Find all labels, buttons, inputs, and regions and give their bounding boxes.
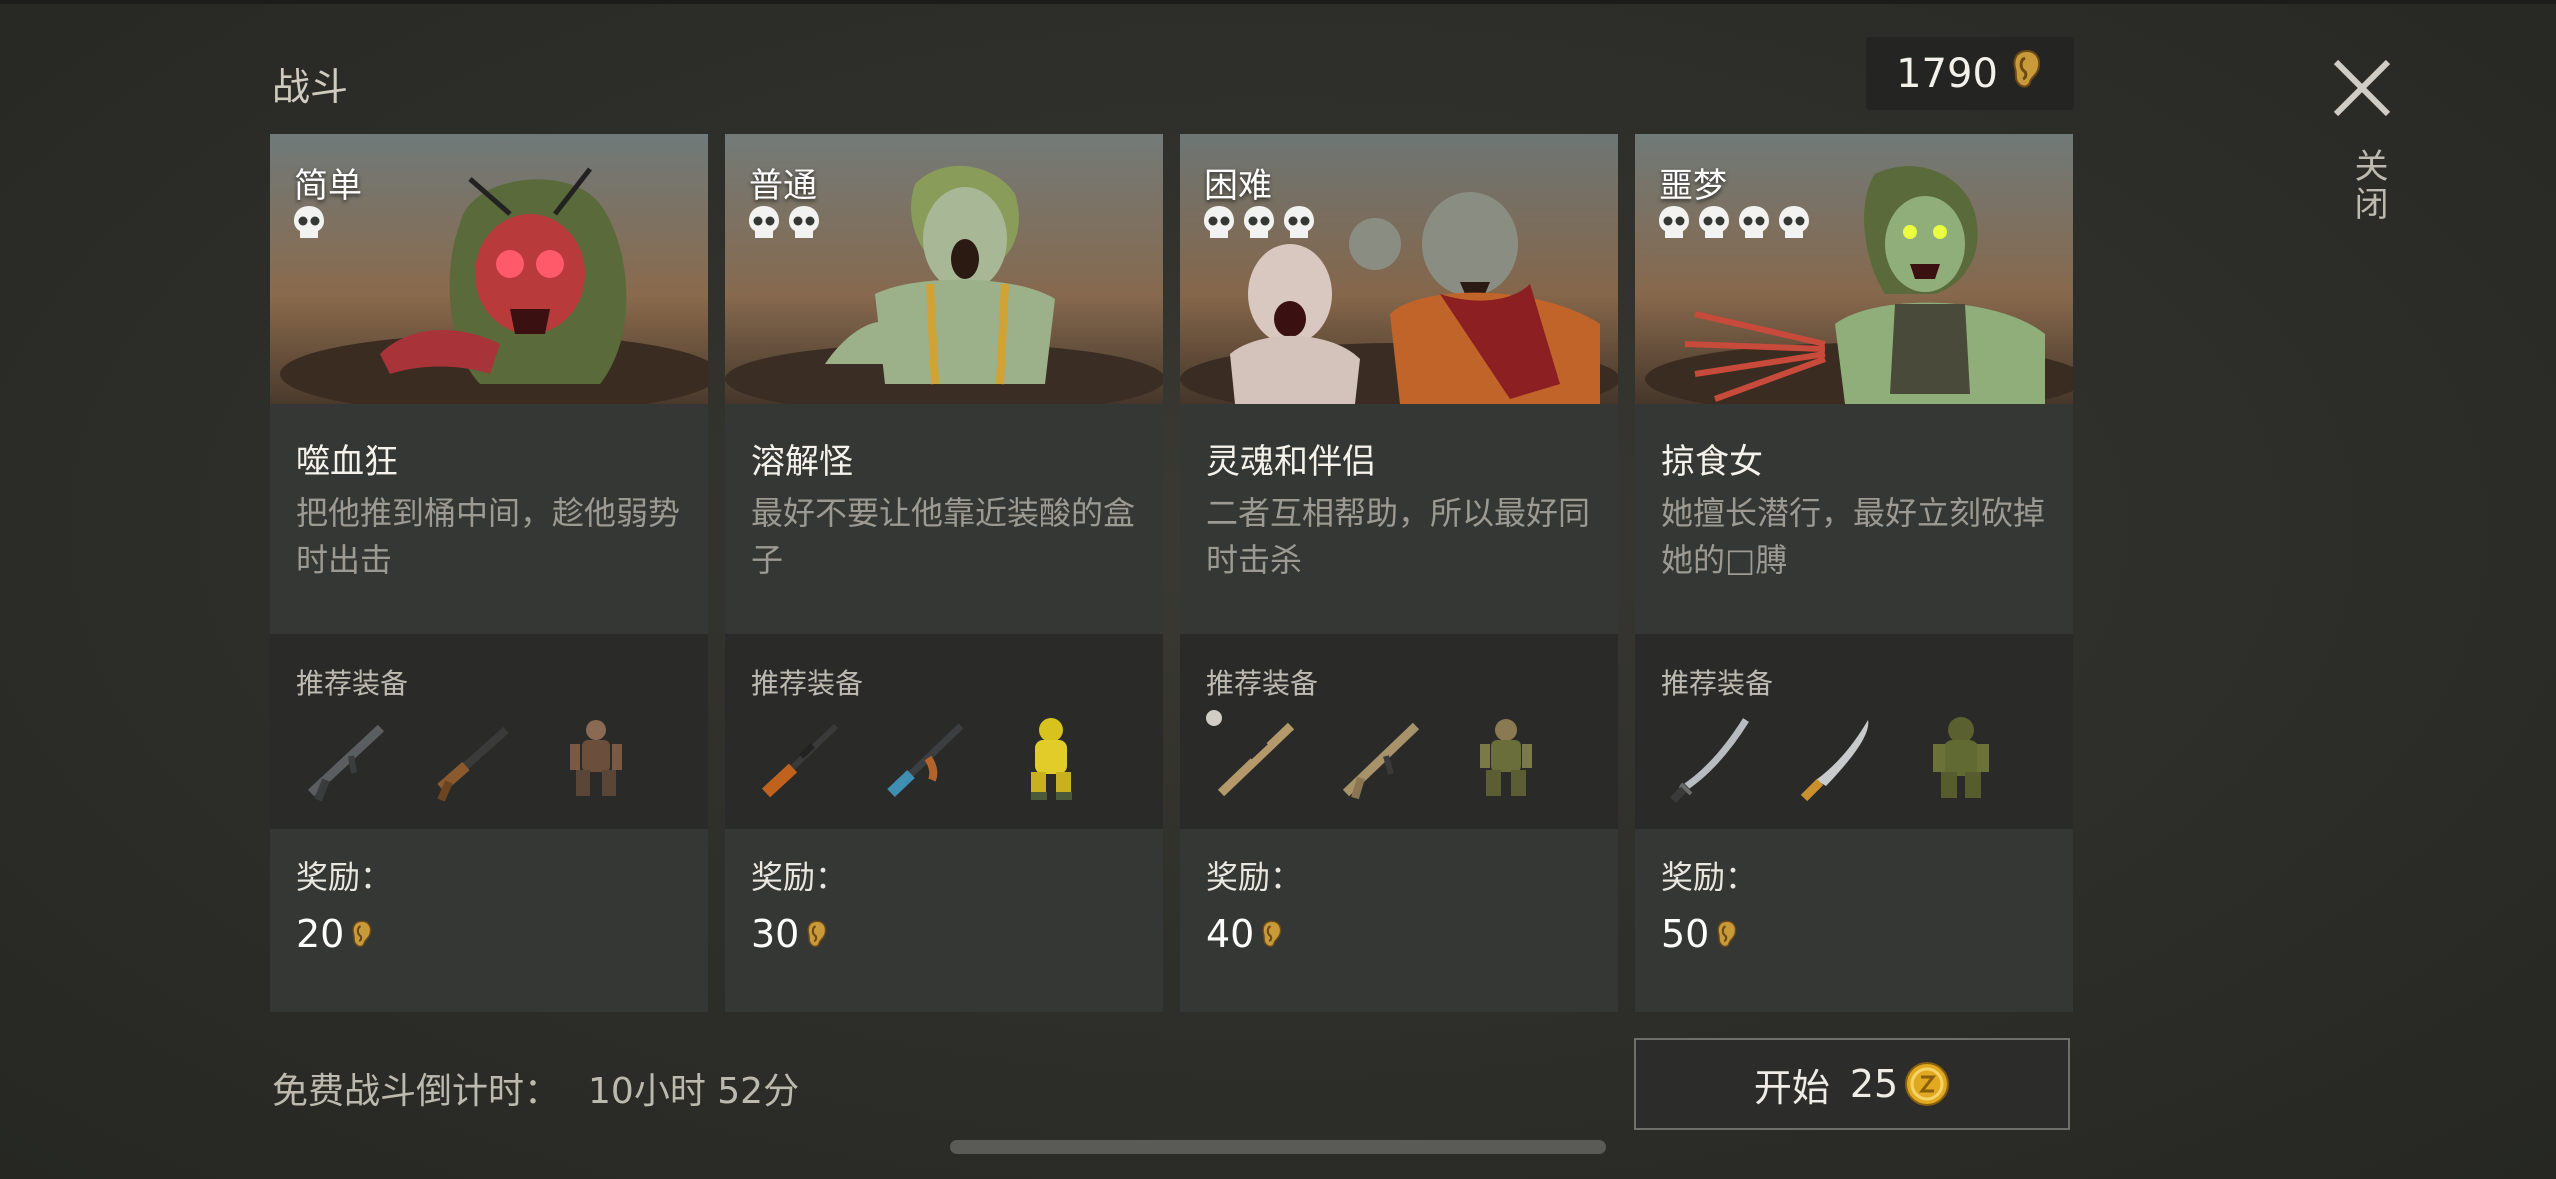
timer-label: 免费战斗倒计时：	[272, 1071, 561, 1112]
battle-card-easy[interactable]: 简单 噬血狂 把他推到桶中间，趁他弱势时出击 推荐装备 奖励： 20	[270, 134, 708, 1012]
skull-icon	[1659, 206, 1689, 238]
skull-icon	[1284, 206, 1314, 238]
difficulty-skulls	[747, 204, 821, 242]
close-icon[interactable]	[2326, 52, 2400, 126]
reward-amount: 20	[296, 912, 374, 956]
enemy-name: 溶解怪	[751, 442, 853, 482]
page-title: 战斗	[272, 65, 349, 109]
skull-icon	[294, 206, 324, 238]
difficulty-label: 普通	[749, 166, 817, 206]
ear-icon	[1262, 920, 1282, 948]
reward-amount: 30	[751, 912, 829, 956]
free-battle-timer: 免费战斗倒计时： 10小时 52分	[272, 1062, 799, 1114]
skull-icon	[749, 206, 779, 238]
equipment-row	[1661, 708, 2061, 808]
equipment-label: 推荐装备	[296, 667, 409, 700]
equipment-label: 推荐装备	[751, 667, 864, 700]
reward-amount: 40	[1206, 912, 1284, 956]
reward-label: 奖励：	[296, 858, 393, 896]
difficulty-label: 噩梦	[1659, 166, 1727, 206]
skull-icon	[789, 206, 819, 238]
sniper-rifle-icon[interactable]	[1206, 708, 1306, 808]
reward-label: 奖励：	[1206, 858, 1303, 896]
katana-icon[interactable]	[1661, 708, 1761, 808]
enemy-name: 灵魂和伴侣	[1206, 442, 1376, 482]
reward-label: 奖励：	[1661, 858, 1758, 896]
survivor-armor-icon[interactable]	[546, 708, 646, 808]
skull-icon	[1699, 206, 1729, 238]
ak-rifle-icon[interactable]	[876, 708, 976, 808]
skull-icon	[1204, 206, 1234, 238]
skull-icon	[1244, 206, 1274, 238]
assault-rifle-icon[interactable]	[296, 708, 396, 808]
battle-card-normal[interactable]: 普通 溶解怪 最好不要让他靠近装酸的盒子 推荐装备 奖励： 30	[725, 134, 1163, 1012]
equipment-label: 推荐装备	[1206, 667, 1319, 700]
top-edge	[0, 0, 2556, 4]
start-label: 开始	[1753, 1065, 1830, 1110]
reward-value: 40	[1206, 912, 1255, 956]
enemy-name: 掠食女	[1661, 442, 1763, 482]
reward-value: 50	[1661, 912, 1710, 956]
timer-value: 10小时 52分	[588, 1071, 800, 1112]
machete-icon[interactable]	[1786, 708, 1886, 808]
close-label[interactable]: 关闭	[2344, 148, 2393, 224]
skull-icon	[1779, 206, 1809, 238]
reward-value: 20	[296, 912, 345, 956]
enemy-description: 她擅长潜行，最好立刻砍掉她的□膊	[1661, 494, 2046, 579]
battle-card-hard[interactable]: 困难 灵魂和伴侣 二者互相帮助，所以最好同时击杀 推荐装备 奖励： 40	[1180, 134, 1618, 1012]
equipment-row	[296, 708, 696, 808]
battle-card-nightmare[interactable]: 噩梦 掠食女 她擅长潜行，最好立刻砍掉她的□膊 推荐装备 奖励： 50	[1635, 134, 2073, 1012]
difficulty-label: 困难	[1204, 166, 1272, 206]
ear-icon	[807, 920, 827, 948]
difficulty-skulls	[1657, 204, 1811, 242]
currency-amount: 1790	[1896, 50, 1998, 97]
enemy-description: 把他推到桶中间，趁他弱势时出击	[296, 494, 681, 579]
currency-display: 1790	[1866, 37, 2074, 110]
ear-icon	[1717, 920, 1737, 948]
skull-icon	[1739, 206, 1769, 238]
start-cost: 25	[1850, 1061, 1950, 1107]
reward-value: 30	[751, 912, 800, 956]
enemy-description: 最好不要让他靠近装酸的盒子	[751, 494, 1136, 579]
home-indicator[interactable]	[950, 1140, 1606, 1154]
difficulty-skulls	[292, 204, 326, 242]
difficulty-skulls	[1202, 204, 1316, 242]
hazmat-suit-icon[interactable]	[1001, 708, 1101, 808]
enemy-name: 噬血狂	[296, 442, 398, 482]
military-armor-icon[interactable]	[1456, 708, 1556, 808]
ear-icon	[2010, 48, 2044, 100]
shotgun-icon[interactable]	[421, 708, 521, 808]
equipment-row	[751, 708, 1151, 808]
reward-amount: 50	[1661, 912, 1739, 956]
close-button[interactable]	[2326, 52, 2400, 126]
equipment-row	[1206, 708, 1606, 808]
hunting-rifle-icon[interactable]	[751, 708, 851, 808]
equipment-label: 推荐装备	[1661, 667, 1774, 700]
difficulty-label: 简单	[294, 166, 362, 206]
ear-icon	[352, 920, 372, 948]
start-cost-value: 25	[1849, 1062, 1899, 1106]
reward-label: 奖励：	[751, 858, 848, 896]
scar-rifle-icon[interactable]	[1331, 708, 1431, 808]
enemy-description: 二者互相帮助，所以最好同时击杀	[1206, 494, 1591, 579]
gold-coin-icon	[1905, 1062, 1950, 1106]
start-button[interactable]: 开始 25	[1634, 1038, 2070, 1130]
ghillie-suit-icon[interactable]	[1911, 708, 2011, 808]
